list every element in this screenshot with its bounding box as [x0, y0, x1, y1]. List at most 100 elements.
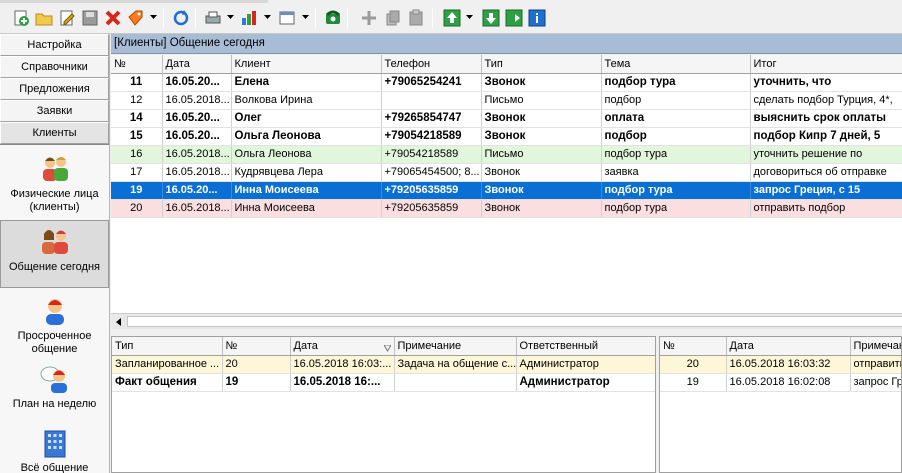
save-icon[interactable] [81, 9, 99, 27]
phone-icon[interactable] [324, 9, 342, 27]
copy-icon[interactable] [384, 9, 402, 27]
table-cell: 16.05.2018... [162, 145, 232, 164]
column-header-date[interactable]: Дата [162, 55, 232, 74]
table-cell: уточнить решение по [750, 145, 902, 164]
scroll-left-icon[interactable] [113, 316, 125, 328]
window-dropdown-icon[interactable] [302, 13, 309, 21]
nav-button-clients[interactable]: Клиенты [0, 122, 109, 144]
table-row[interactable]: 11 16.05.20... Елена +79065254241 Звонок подб… [111, 73, 902, 92]
table-cell: Инна Моисеева [231, 199, 382, 218]
add-icon[interactable] [12, 9, 30, 27]
chart-icon[interactable] [240, 9, 258, 27]
grid-header-row: № Дата Примечан [660, 337, 901, 356]
table-cell: +79065254241 [381, 73, 482, 92]
column-header-note[interactable]: Примечание [394, 337, 517, 356]
print-icon[interactable] [204, 9, 222, 27]
nav-button-offers[interactable]: Предложения [0, 78, 109, 100]
column-header-topic[interactable]: Тема [601, 55, 751, 74]
grid-header-row: Тип № Дата Примечание Ответственный [112, 337, 655, 356]
column-header-number[interactable]: № [222, 337, 291, 356]
table-cell [394, 373, 517, 392]
nav-button-directories[interactable]: Справочники [0, 56, 109, 78]
table-row[interactable]: 1916.05.2018 16:02:08запрос Гре [660, 373, 901, 392]
communication-grid[interactable]: № Дата Клиент Телефон Тип Тема Итог 11 16… [111, 55, 902, 313]
nav-item-individuals[interactable]: Физические лица (клиенты) [0, 153, 109, 225]
table-row[interactable]: 15 16.05.20... Ольга Леонова +79054218589 Зв… [111, 127, 902, 146]
table-row[interactable]: Запланированное ... 20 16.05.2018 16:03:..… [112, 355, 655, 374]
table-cell: 16.05.2018 16:... [290, 373, 395, 392]
table-row[interactable]: 16 16.05.2018... Ольга Леонова +79054218589… [111, 145, 902, 164]
table-cell: Ольга Леонова [231, 145, 382, 164]
chart-dropdown-icon[interactable] [264, 13, 271, 21]
table-cell: Елена [231, 73, 382, 92]
move-icon[interactable] [360, 9, 378, 27]
refresh-icon[interactable] [172, 9, 190, 27]
column-header-responsible[interactable]: Ответственный [516, 337, 655, 356]
table-cell: подбор Кипр 7 дней, 5 [750, 127, 902, 146]
export-dropdown-icon[interactable] [466, 13, 473, 21]
table-row[interactable]: 20 16.05.2018 16:03:32 отправить [660, 355, 901, 374]
nav-button-settings[interactable]: Настройка [0, 34, 109, 56]
export-up-icon[interactable] [443, 9, 461, 27]
panel-title: [Клиенты] Общение сегодня [111, 34, 902, 54]
column-header-client[interactable]: Клиент [231, 55, 382, 74]
column-header-number[interactable]: № [660, 337, 727, 356]
table-row[interactable]: 19 16.05.20... Инна Моисеева +79205635859 Зв… [111, 181, 902, 200]
column-header-note[interactable]: Примечан [850, 337, 901, 356]
column-header-result[interactable]: Итог [750, 55, 902, 74]
table-row[interactable]: 20 16.05.2018... Инна Моисеева +79205635859… [111, 199, 902, 218]
nav-item-week-plan[interactable]: План на неделю [0, 363, 109, 427]
column-header-number[interactable]: № [111, 55, 163, 74]
table-cell: +79205635859 [381, 181, 482, 200]
paste-icon[interactable] [407, 9, 425, 27]
column-header-type[interactable]: Тип [112, 337, 223, 356]
edit-icon[interactable] [58, 9, 76, 27]
table-cell: Звонок [481, 73, 602, 92]
table-cell: +79054218589 [381, 145, 482, 164]
communication-details-grid[interactable]: Тип № Дата Примечание Ответственный Запл… [111, 336, 656, 473]
nav-item-all-communication[interactable]: Всё общение [0, 427, 109, 473]
info-icon[interactable] [528, 9, 546, 27]
nav-item-overdue-communication[interactable]: Просроченное общение [0, 295, 109, 359]
nav-button-requests[interactable]: Заявки [0, 100, 109, 122]
import-alt-icon[interactable] [505, 9, 523, 27]
tag-icon[interactable] [127, 9, 145, 27]
table-row[interactable]: 14 16.05.20... Олег +79265854747 Звонок оплат… [111, 109, 902, 128]
table-cell [381, 91, 482, 110]
window-icon[interactable] [278, 9, 296, 27]
table-cell: Олег [231, 109, 382, 128]
table-cell: подбор тура [601, 145, 751, 164]
column-header-phone[interactable]: Телефон [381, 55, 482, 74]
import-icon[interactable] [482, 9, 500, 27]
table-cell: 16.05.20... [162, 127, 232, 146]
table-cell: Администратор [516, 373, 655, 392]
table-cell: +79065454500; 8... [381, 163, 482, 182]
table-cell: договориться об отправке [750, 163, 902, 182]
table-cell: Инна Моисеева [231, 181, 382, 200]
horizontal-scrollbar[interactable] [111, 313, 902, 329]
column-header-date[interactable]: Дата [726, 337, 851, 356]
table-cell: 11 [111, 73, 163, 92]
history-grid[interactable]: № Дата Примечан 20 16.05.2018 16:03:32 отп… [659, 336, 902, 473]
app-window: Настройка Справочники Предложения Заявки… [0, 0, 902, 473]
splitter[interactable] [111, 329, 902, 336]
table-row[interactable]: Факт общения 19 16.05.2018 16:... Администр… [112, 373, 655, 392]
folder-icon[interactable] [35, 9, 53, 27]
person-red-icon [45, 299, 64, 325]
nav-item-today-communication[interactable]: Общение сегодня [0, 220, 109, 288]
building-icon [44, 430, 65, 458]
delete-icon[interactable] [104, 9, 122, 27]
tag-dropdown-icon[interactable] [150, 13, 157, 21]
table-cell: Звонок [481, 109, 602, 128]
scrollbar-thumb[interactable] [127, 316, 902, 327]
column-header-date[interactable]: Дата [290, 337, 395, 356]
table-cell: 16.05.20... [162, 181, 232, 200]
table-row[interactable]: 12 16.05.2018... Волкова Ирина Письмо подбор… [111, 91, 902, 110]
table-cell: Волкова Ирина [231, 91, 382, 110]
table-row[interactable]: 17 16.05.2018... Кудрявцева Лера +790654545… [111, 163, 902, 182]
print-dropdown-icon[interactable] [227, 13, 234, 21]
table-cell: Запланированное ... [112, 355, 223, 374]
column-header-type[interactable]: Тип [481, 55, 602, 74]
table-cell: отправить [850, 355, 901, 374]
table-cell: подбор [601, 127, 751, 146]
